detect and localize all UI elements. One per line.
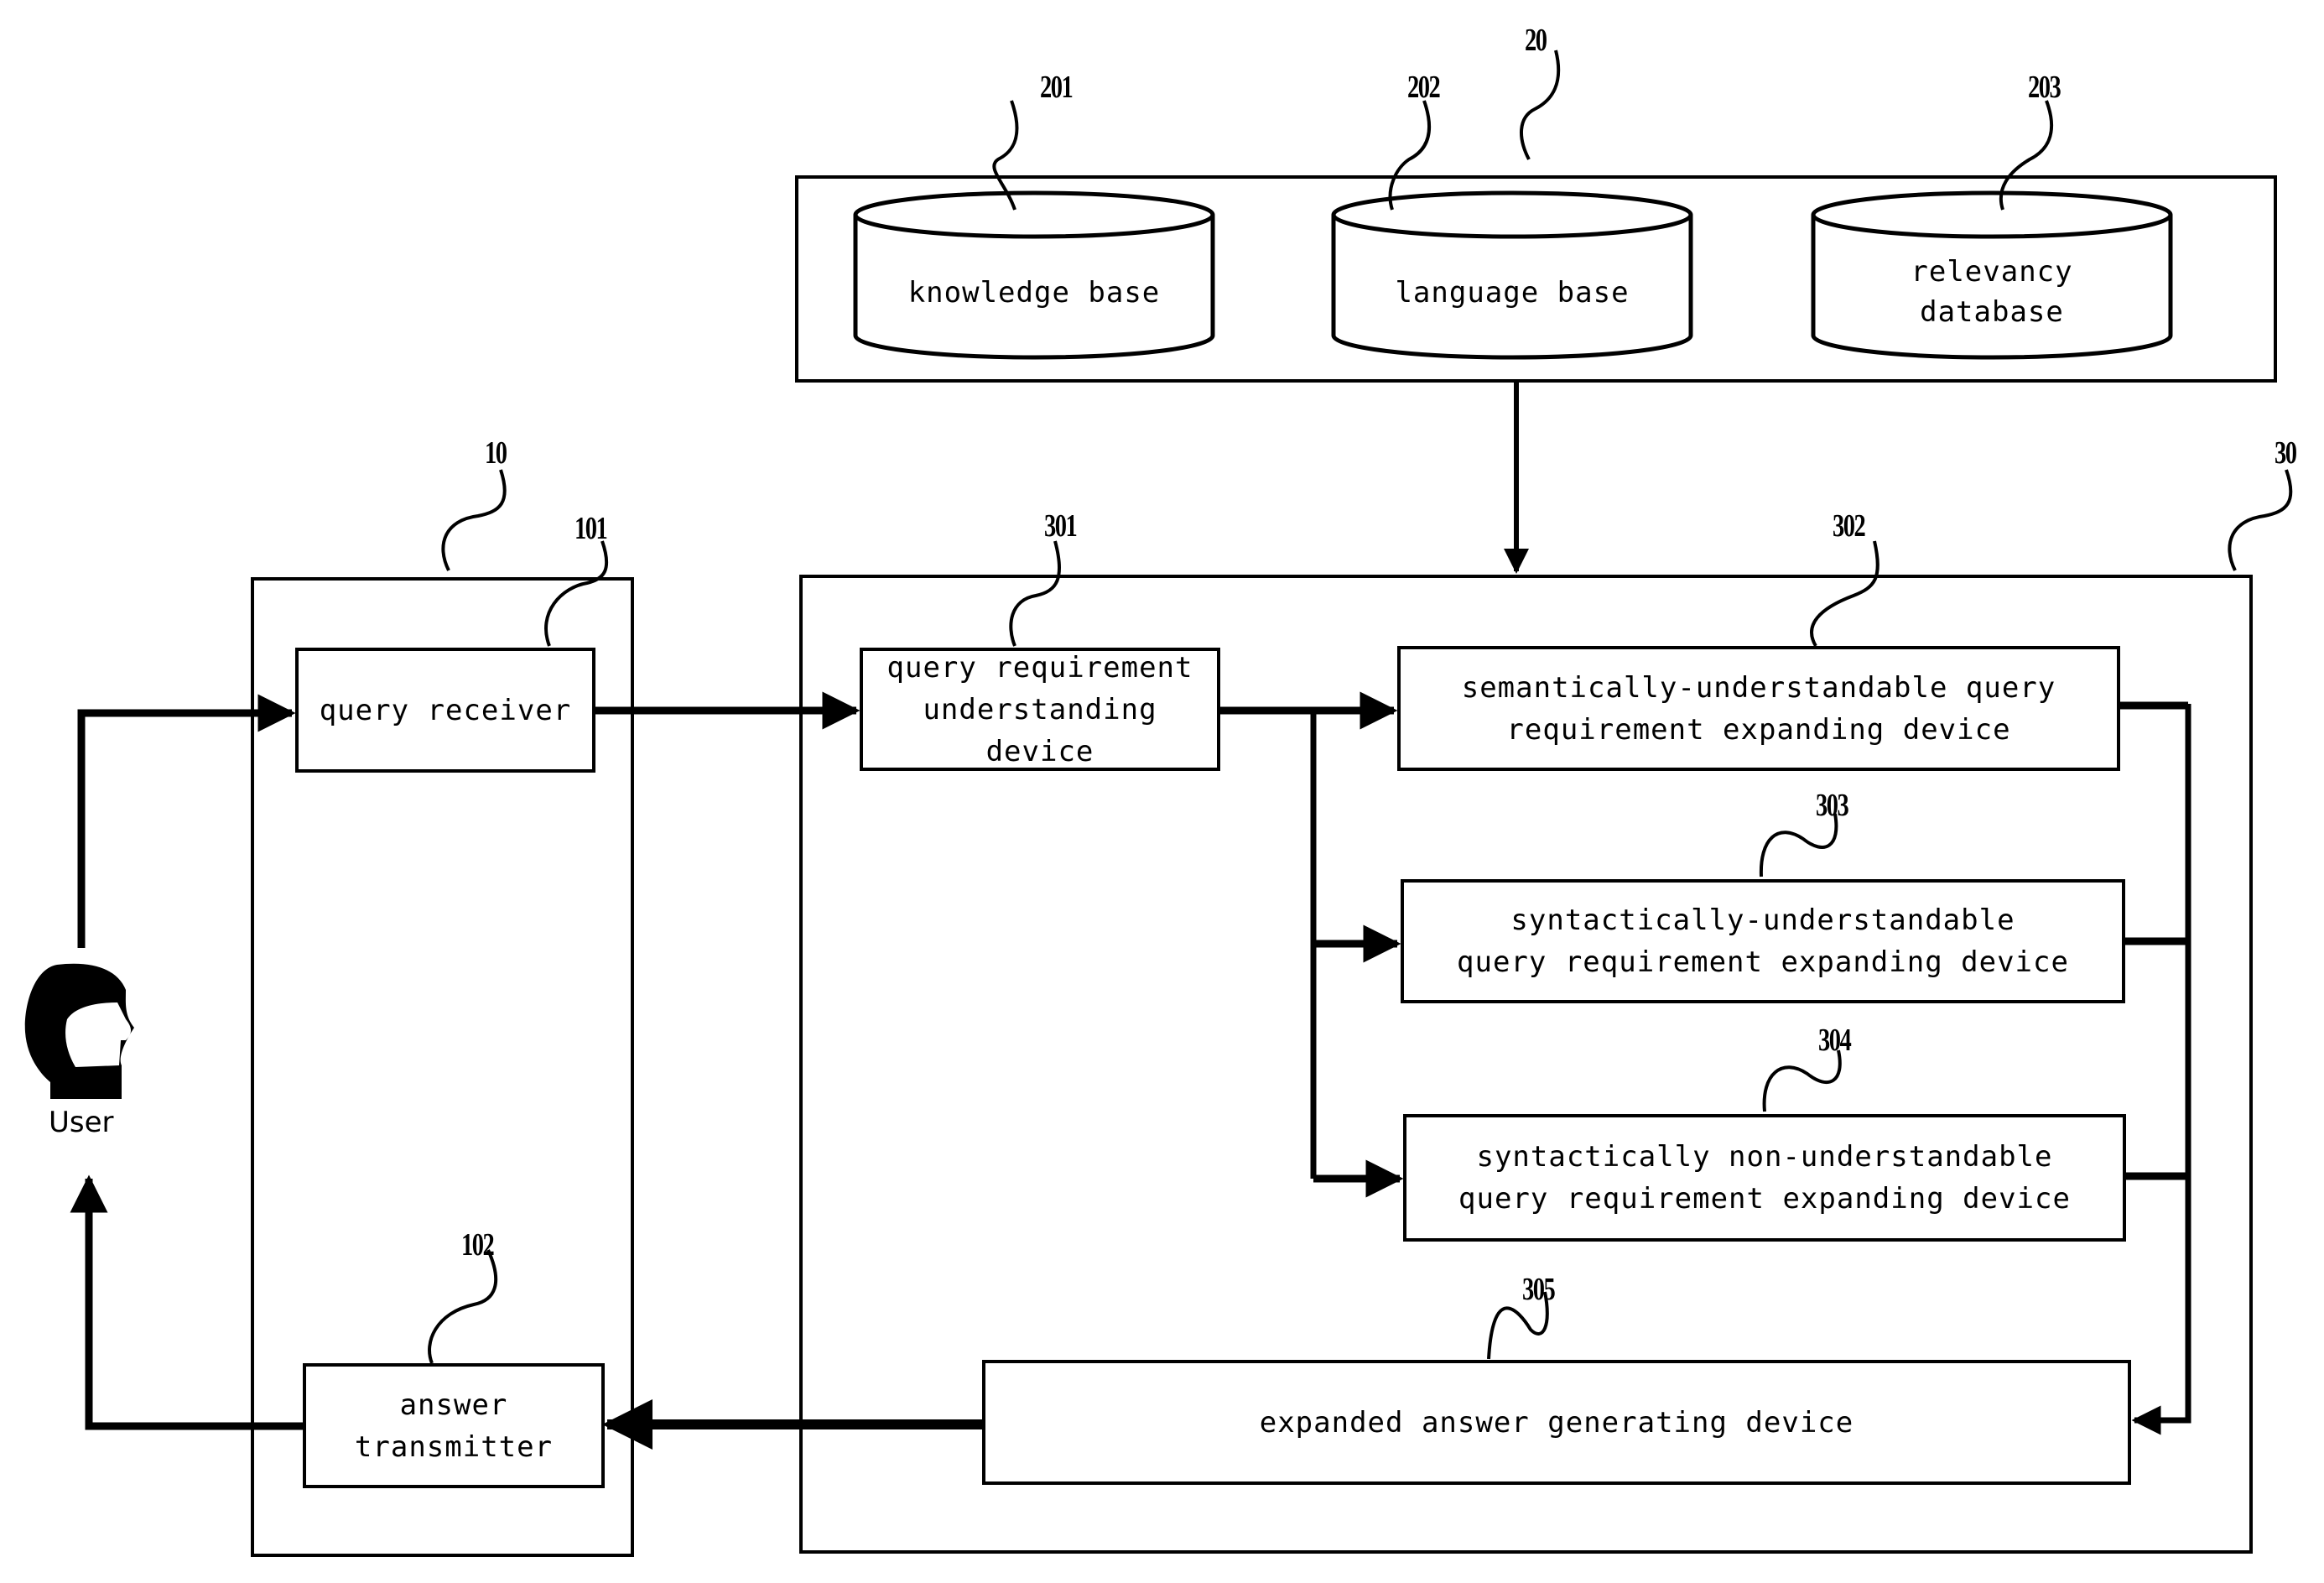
ref-203: 203	[2028, 70, 2061, 105]
ref-202: 202	[1407, 70, 1441, 105]
user-label: User	[49, 1106, 114, 1139]
ref-305: 305	[1522, 1272, 1556, 1307]
block-expanded-answer-generating-device: expanded answer generating device	[982, 1360, 2131, 1485]
leader-20	[1519, 49, 1561, 160]
block-label: syntactically-understandable query requi…	[1457, 903, 2069, 979]
ref-102: 102	[461, 1227, 495, 1263]
block-answer-transmitter: answer transmitter	[303, 1363, 605, 1488]
block-syntactically-non-understandable-expanding-device: syntactically non-understandable query r…	[1403, 1114, 2126, 1242]
ref-303: 303	[1816, 788, 1849, 823]
block-query-requirement-understanding-device: query requirement understanding device	[860, 648, 1220, 771]
ref-101: 101	[575, 511, 608, 546]
database-label-relevancy-database: relevancy database	[1911, 255, 2073, 329]
block-label: expanded answer generating device	[1259, 1405, 1854, 1440]
ref-10: 10	[485, 435, 507, 471]
ref-201: 201	[1040, 70, 1074, 105]
database-label-knowledge-base: knowledge base	[907, 276, 1161, 310]
block-semantically-understandable-expanding-device: semantically-understandable query requir…	[1397, 646, 2120, 771]
block-label: query receiver	[319, 693, 572, 727]
leader-30	[2228, 469, 2293, 571]
user-head-icon	[24, 963, 134, 1099]
ref-30: 30	[2275, 435, 2297, 471]
ref-304: 304	[1818, 1023, 1852, 1058]
block-label: query requirement understanding device	[886, 650, 1193, 768]
leader-10	[441, 469, 507, 571]
ref-302: 302	[1833, 508, 1866, 544]
ref-301: 301	[1044, 508, 1078, 544]
database-label-language-base: language base	[1395, 276, 1630, 310]
block-syntactically-understandable-expanding-device: syntactically-understandable query requi…	[1401, 879, 2125, 1003]
block-label: answer transmitter	[354, 1388, 554, 1464]
block-label: syntactically non-understandable query r…	[1458, 1140, 2071, 1216]
ref-20: 20	[1525, 23, 1547, 58]
block-query-receiver: query receiver	[295, 648, 595, 773]
block-label: semantically-understandable query requir…	[1461, 670, 2056, 747]
